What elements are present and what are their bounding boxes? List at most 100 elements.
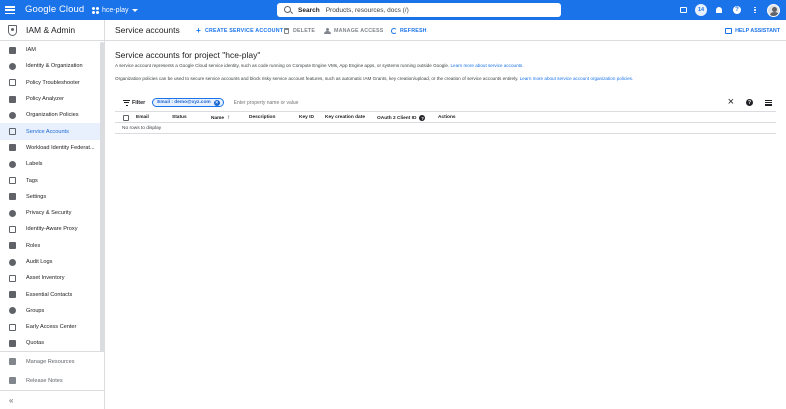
- sidebar-item-essential-contacts[interactable]: Essential Contacts: [0, 286, 100, 302]
- sidebar-item-privacy-security[interactable]: Privacy & Security: [0, 205, 100, 221]
- sidebar-item-labels[interactable]: Labels: [0, 156, 100, 172]
- filter-chip-label: Email : demo@xyz.com: [157, 100, 211, 105]
- sidebar-item-groups[interactable]: Groups: [0, 303, 100, 319]
- learn-more-service-accounts-link[interactable]: Learn more about service accounts.: [450, 63, 523, 68]
- contacts-icon: [9, 291, 16, 299]
- collapse-icon: «: [9, 395, 14, 405]
- sidebar-item-policy-analyzer[interactable]: Policy Analyzer: [0, 91, 100, 107]
- bell-icon[interactable]: [713, 4, 725, 16]
- groups-icon: [9, 307, 16, 315]
- sidebar-title: IAM & Admin: [26, 25, 76, 35]
- sidebar-item-label: Manage Resources: [26, 358, 75, 365]
- sidebar-item-audit-logs[interactable]: Audit Logs: [0, 254, 100, 270]
- help-assistant-button[interactable]: HELP ASSISTANT: [725, 26, 780, 35]
- avatar[interactable]: [767, 3, 780, 17]
- main-menu-icon[interactable]: [4, 4, 16, 16]
- column-display-options-icon[interactable]: [765, 99, 772, 106]
- workload-identity-icon: [9, 144, 16, 152]
- filter-input[interactable]: [233, 99, 384, 106]
- google-cloud-logo[interactable]: Google Cloud: [25, 4, 84, 15]
- sidebar-bottom: Manage Resources Release Notes: [0, 351, 104, 390]
- collapse-sidebar-button[interactable]: «: [0, 390, 104, 409]
- project-name: hce-play: [102, 6, 129, 14]
- table-header: Email Status Name ↑ Description Key ID Ke…: [115, 111, 776, 123]
- sidebar-item-label: IAM: [26, 47, 36, 54]
- sidebar: IAM & Admin IAM Identity & Organization Po…: [0, 20, 105, 409]
- column-key-creation-date[interactable]: Key creation date: [325, 115, 365, 120]
- plus-icon: +: [196, 25, 201, 35]
- sidebar-item-label: Labels: [26, 161, 43, 168]
- sidebar-item-asset-inventory[interactable]: Asset Inventory: [0, 270, 100, 286]
- sidebar-item-label: Service Accounts: [26, 128, 69, 135]
- sidebar-item-manage-resources[interactable]: Manage Resources: [0, 352, 104, 371]
- main-content: Service accounts + CREATE SERVICE ACCOUN…: [105, 20, 786, 409]
- early-access-icon: [9, 323, 16, 331]
- select-all-checkbox[interactable]: [123, 114, 129, 121]
- more-options-icon[interactable]: [749, 4, 761, 16]
- refresh-button[interactable]: REFRESH: [390, 26, 427, 35]
- project-picker[interactable]: hce-play: [92, 4, 139, 16]
- filter-help-icon[interactable]: ?: [746, 99, 753, 106]
- person-add-icon: [324, 27, 331, 34]
- search-input[interactable]: Search Products, resources, docs (/): [277, 3, 561, 17]
- description-service-accounts: A service account represents a Google Cl…: [115, 63, 523, 68]
- table-empty-row: No rows to display: [115, 123, 776, 134]
- create-label: CREATE SERVICE ACCOUNT: [205, 27, 284, 34]
- trash-icon: [283, 27, 290, 34]
- content-title: Service accounts for project "hce-play": [115, 50, 261, 60]
- sidebar-item-label: Organization Policies: [26, 112, 79, 119]
- column-label: Description: [249, 115, 276, 120]
- learn-more-org-policies-link[interactable]: Learn more about service account organiz…: [520, 76, 634, 81]
- roles-icon: [9, 242, 16, 250]
- column-label: Name: [211, 115, 225, 121]
- sidebar-item-policy-troubleshooter[interactable]: Policy Troubleshooter: [0, 75, 100, 91]
- column-oauth-client-id[interactable]: OAuth 2 Client ID?: [377, 115, 426, 121]
- sidebar-item-organization-policies[interactable]: Organization Policies: [0, 107, 100, 123]
- help-assistant-icon: [725, 27, 733, 34]
- cloud-shell-icon[interactable]: [677, 4, 689, 16]
- sidebar-scrollbar[interactable]: [100, 42, 104, 362]
- sidebar-item-quotas[interactable]: Quotas: [0, 335, 100, 351]
- column-label: Key creation date: [325, 115, 365, 120]
- sidebar-item-release-notes[interactable]: Release Notes: [0, 371, 104, 390]
- manage-access-button[interactable]: MANAGE ACCESS: [324, 26, 384, 35]
- sidebar-item-label: Groups: [26, 307, 45, 314]
- sidebar-item-tags[interactable]: Tags: [0, 172, 100, 188]
- filter-icon[interactable]: [123, 99, 130, 106]
- clear-filter-icon[interactable]: ×: [728, 97, 734, 108]
- sidebar-item-service-accounts[interactable]: Service Accounts: [0, 123, 100, 140]
- sidebar-item-label: Privacy & Security: [26, 210, 72, 217]
- analyzer-icon: [9, 95, 16, 103]
- audit-icon: [9, 258, 16, 266]
- close-icon[interactable]: ×: [213, 99, 220, 106]
- help-icon[interactable]: ?: [419, 115, 426, 121]
- create-service-account-button[interactable]: + CREATE SERVICE ACCOUNT: [195, 26, 283, 35]
- sidebar-item-settings[interactable]: Settings: [0, 189, 100, 205]
- notifications-button[interactable]: 14: [695, 4, 707, 16]
- delete-button[interactable]: DELETE: [283, 26, 315, 35]
- sidebar-item-roles[interactable]: Roles: [0, 238, 100, 254]
- sidebar-item-label: Quotas: [26, 340, 45, 347]
- sidebar-item-workload-identity-federat[interactable]: Workload Identity Federat...: [0, 140, 100, 156]
- sidebar-item-identity-organization[interactable]: Identity & Organization: [0, 58, 100, 74]
- column-name[interactable]: Name ↑: [211, 115, 230, 121]
- column-status[interactable]: Status: [172, 115, 187, 120]
- column-email[interactable]: Email: [136, 115, 149, 120]
- sidebar-item-label: Early Access Center: [26, 324, 77, 331]
- refresh-icon: [390, 27, 397, 34]
- sidebar-item-label: Workload Identity Federat...: [26, 144, 95, 151]
- proxy-icon: [9, 225, 16, 233]
- sidebar-header: IAM & Admin: [0, 20, 104, 41]
- help-assistant-label: HELP ASSISTANT: [735, 27, 780, 34]
- search-icon: [283, 5, 293, 15]
- page-title: Service accounts: [115, 25, 180, 35]
- column-key-id[interactable]: Key ID: [299, 115, 314, 120]
- sidebar-item-iam[interactable]: IAM: [0, 42, 100, 58]
- sidebar-item-identity-aware-proxy[interactable]: Identity-Aware Proxy: [0, 221, 100, 237]
- identity-icon: [9, 62, 16, 70]
- help-icon[interactable]: ?: [731, 4, 743, 16]
- sidebar-item-label: Release Notes: [26, 377, 63, 384]
- filter-chip-email[interactable]: Email : demo@xyz.com ×: [152, 98, 224, 107]
- column-description[interactable]: Description: [249, 115, 275, 120]
- sidebar-item-early-access-center[interactable]: Early Access Center: [0, 319, 100, 335]
